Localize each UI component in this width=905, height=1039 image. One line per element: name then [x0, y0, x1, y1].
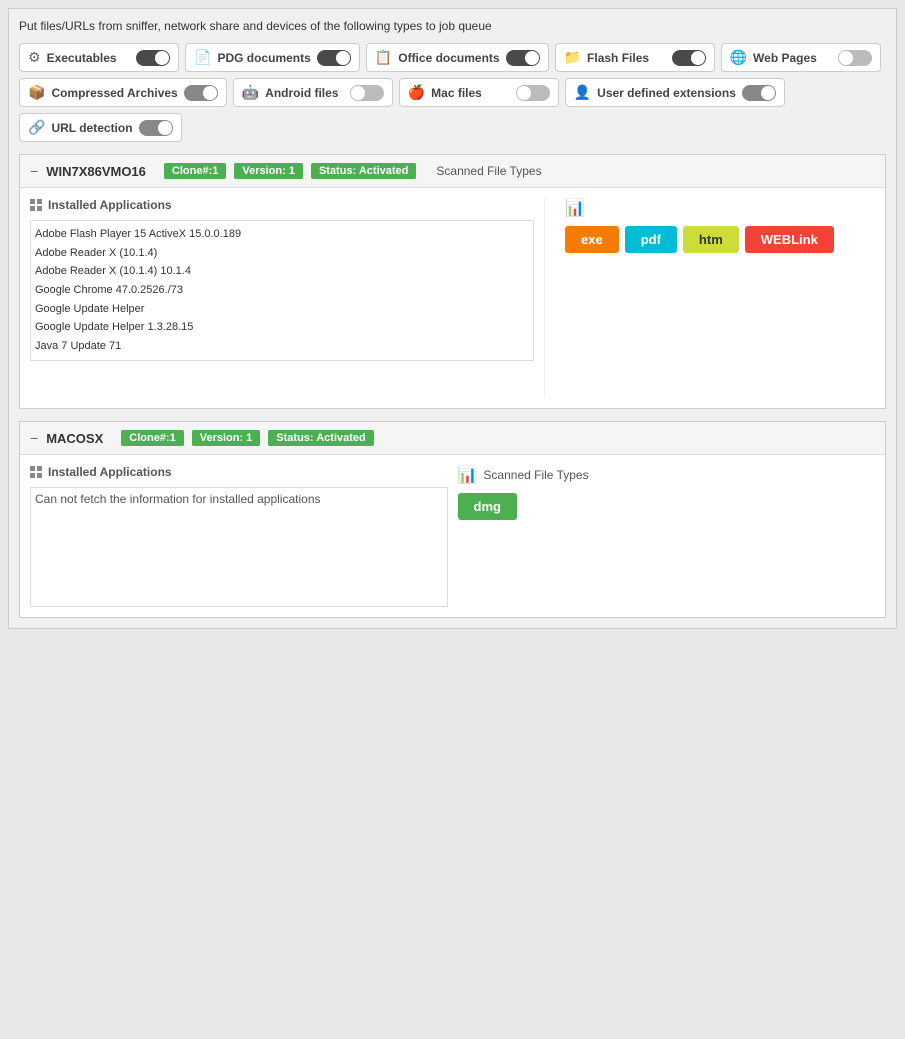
toggle-row-2: 📦 Compressed Archives 🤖 Android files 🍎 … [19, 78, 886, 107]
pdg-icon: 📄 [194, 49, 211, 66]
pdg-label: PDG documents [217, 51, 310, 65]
version-badge-win7: Version: 1 [234, 163, 303, 179]
machine-win7x86-header: − WIN7X86VMO16 Clone#:1 Version: 1 Statu… [20, 155, 885, 188]
collapse-win7x86-button[interactable]: − [30, 163, 38, 179]
scanned-icon-win7: 📊 [565, 198, 585, 218]
version-badge-macosx: Version: 1 [192, 430, 261, 446]
toggle-row-1: ⚙ Executables 📄 PDG documents 📋 Office d… [19, 43, 886, 72]
list-item: Adobe Flash Player 15 ActiveX 15.0.0.189 [35, 225, 529, 244]
status-badge-macosx: Status: Activated [268, 430, 373, 446]
toggle-pdg-documents[interactable]: 📄 PDG documents [185, 43, 360, 72]
machine-macosx-body: Installed Applications Can not fetch the… [20, 455, 885, 617]
installed-apps-macosx: Installed Applications Can not fetch the… [30, 465, 448, 607]
toggle-executables[interactable]: ⚙ Executables [19, 43, 179, 72]
list-item: Google Chrome 47.0.2526./73 [35, 281, 529, 300]
app-list-win7[interactable]: Adobe Flash Player 15 ActiveX 15.0.0.189… [30, 220, 534, 361]
web-label: Web Pages [753, 51, 832, 65]
clone-badge-macosx: Clone#:1 [121, 430, 183, 446]
file-tag-pdf[interactable]: pdf [625, 226, 677, 253]
web-toggle-switch[interactable] [838, 50, 872, 66]
android-label: Android files [265, 86, 344, 100]
machine-win7x86-name: WIN7X86VMO16 [46, 164, 146, 179]
office-toggle-switch[interactable] [506, 50, 540, 66]
file-tag-htm[interactable]: htm [683, 226, 739, 253]
toggle-office-documents[interactable]: 📋 Office documents [366, 43, 549, 72]
clone-badge-win7: Clone#:1 [164, 163, 226, 179]
installed-apps-title-macosx: Installed Applications [30, 465, 448, 479]
toggle-user-defined[interactable]: 👤 User defined extensions [565, 78, 785, 107]
scanned-file-types-macosx: 📊 Scanned File Types dmg [458, 465, 876, 607]
pdg-toggle-switch[interactable] [317, 50, 351, 66]
executables-icon: ⚙ [28, 49, 41, 66]
mac-icon: 🍎 [408, 84, 425, 101]
file-tags-macosx: dmg [458, 493, 876, 520]
machine-win7x86-body: Installed Applications Adobe Flash Playe… [20, 188, 885, 408]
installed-apps-title-win7: Installed Applications [30, 198, 534, 212]
list-item: Google Update Helper 1.3.28.15 [35, 318, 529, 337]
android-icon: 🤖 [242, 84, 259, 101]
compressed-label: Compressed Archives [51, 86, 177, 100]
collapse-macosx-button[interactable]: − [30, 430, 38, 446]
machine-macosx: − MACOSX Clone#:1 Version: 1 Status: Act… [19, 421, 886, 618]
machine-macosx-name: MACOSX [46, 431, 103, 446]
flash-label: Flash Files [587, 51, 666, 65]
compressed-icon: 📦 [28, 84, 45, 101]
list-item: Google Update Helper [35, 300, 529, 319]
toggle-android-files[interactable]: 🤖 Android files [233, 78, 393, 107]
machine-win7x86: − WIN7X86VMO16 Clone#:1 Version: 1 Statu… [19, 154, 886, 409]
scanned-icon-macosx: 📊 [458, 465, 478, 485]
mac-toggle-switch[interactable] [516, 85, 550, 101]
installed-apps-label-macosx: Installed Applications [48, 465, 172, 479]
toggle-compressed-archives[interactable]: 📦 Compressed Archives [19, 78, 227, 107]
cannot-fetch-msg: Can not fetch the information for instal… [30, 487, 448, 607]
scanned-file-types-win7: 📊 exe pdf htm WEBLink [555, 198, 875, 398]
toggle-url-detection[interactable]: 🔗 URL detection [19, 113, 182, 142]
url-detection-toggle-switch[interactable] [139, 120, 173, 136]
user-icon: 👤 [574, 84, 591, 101]
compressed-toggle-switch[interactable] [184, 85, 218, 101]
file-tag-dmg[interactable]: dmg [458, 493, 517, 520]
machine-macosx-header: − MACOSX Clone#:1 Version: 1 Status: Act… [20, 422, 885, 455]
toggle-mac-files[interactable]: 🍎 Mac files [399, 78, 559, 107]
header-description: Put files/URLs from sniffer, network sha… [19, 19, 886, 33]
file-tag-exe[interactable]: exe [565, 226, 619, 253]
scanned-header-macosx: 📊 Scanned File Types [458, 465, 876, 485]
user-defined-toggle-switch[interactable] [742, 85, 776, 101]
mac-label: Mac files [431, 86, 510, 100]
installed-apps-label-win7: Installed Applications [48, 198, 172, 212]
url-icon: 🔗 [28, 119, 45, 136]
status-badge-win7: Status: Activated [311, 163, 416, 179]
executables-label: Executables [47, 51, 130, 65]
flash-icon: 📁 [564, 49, 581, 66]
scanned-file-types-label-win7: Scanned File Types [436, 164, 541, 178]
office-label: Office documents [398, 51, 499, 65]
file-tag-weblink[interactable]: WEBLink [745, 226, 834, 253]
flash-toggle-switch[interactable] [672, 50, 706, 66]
user-defined-label: User defined extensions [597, 86, 736, 100]
toggle-web-pages[interactable]: 🌐 Web Pages [721, 43, 881, 72]
grid-icon-macosx [30, 466, 42, 478]
list-item: Adobe Reader X (10.1.4) 10.1.4 [35, 262, 529, 281]
list-item: Adobe Reader X (10.1.4) [35, 244, 529, 263]
scanned-label-macosx: Scanned File Types [483, 468, 588, 482]
list-item: Java 7 Update 71 [35, 337, 529, 356]
scanned-header-win7: 📊 [565, 198, 875, 218]
android-toggle-switch[interactable] [350, 85, 384, 101]
web-icon: 🌐 [730, 49, 747, 66]
toggle-flash-files[interactable]: 📁 Flash Files [555, 43, 715, 72]
file-tags-win7: exe pdf htm WEBLink [565, 226, 875, 253]
url-detection-label: URL detection [51, 121, 132, 135]
installed-apps-win7: Installed Applications Adobe Flash Playe… [30, 198, 545, 398]
executables-toggle-switch[interactable] [136, 50, 170, 66]
grid-icon-win7 [30, 199, 42, 211]
office-icon: 📋 [375, 49, 392, 66]
toggle-row-3: 🔗 URL detection [19, 113, 886, 142]
